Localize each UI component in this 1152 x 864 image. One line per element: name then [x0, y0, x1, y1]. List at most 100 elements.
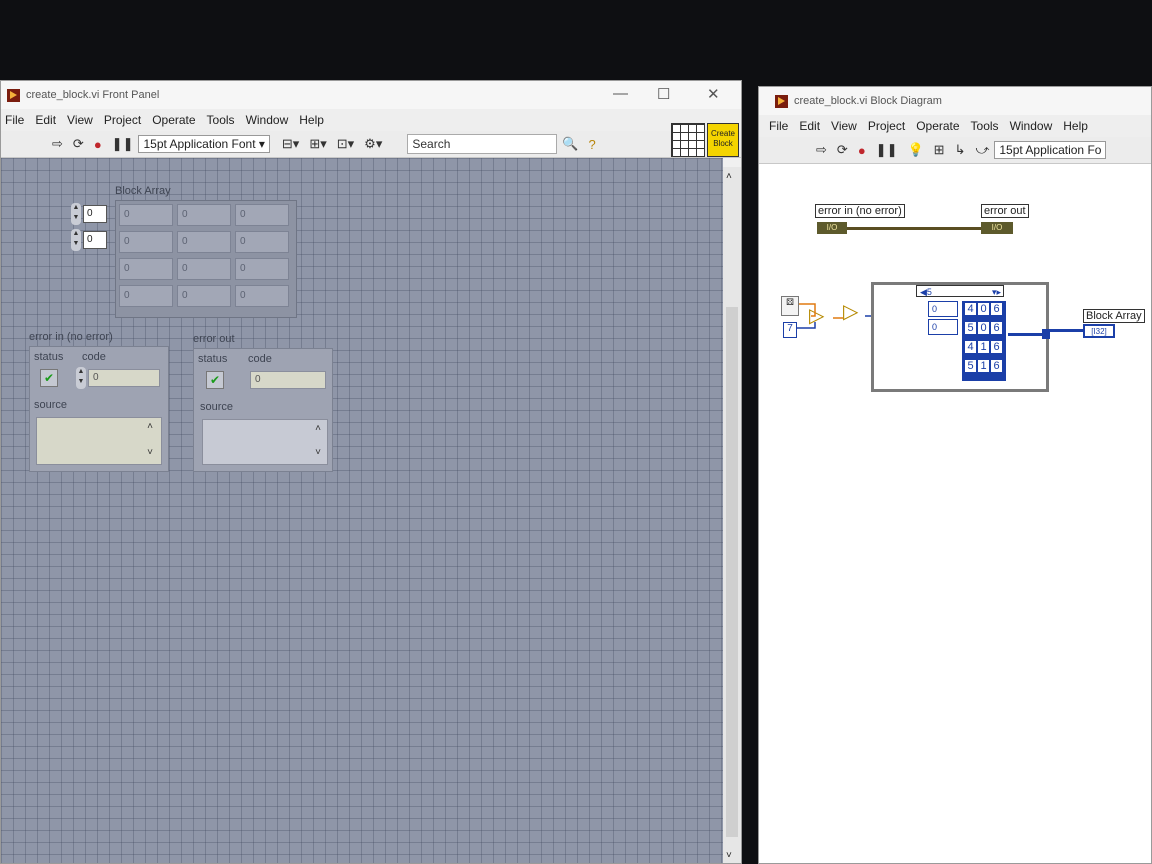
close-button[interactable]: ✕: [707, 85, 720, 103]
resize-objects-icon[interactable]: ⊡▾: [337, 136, 354, 152]
retain-wire-values-icon[interactable]: ⊞: [934, 142, 945, 158]
error-out-code-field: 0: [250, 371, 326, 389]
block-array-indicator: ▲ ▼ 0 ▲ ▼ 0 0 0 0 0 0 0 0 0 0 0 0 0: [67, 200, 299, 320]
error-in-code-spinner-icon[interactable]: ▲ ▼: [76, 367, 86, 389]
inner-index-1[interactable]: 0: [928, 319, 958, 335]
vi-icon[interactable]: Create Block: [707, 123, 739, 157]
error-in-source-scroll-up-icon[interactable]: ˄: [144, 421, 156, 432]
menu-operate[interactable]: Operate: [916, 119, 959, 133]
run-arrow-icon[interactable]: ⇨: [52, 136, 63, 152]
error-in-label: error in (no error): [29, 331, 113, 343]
scrollbar-thumb[interactable]: [726, 307, 738, 837]
menu-help[interactable]: Help: [299, 113, 324, 127]
inner-cell[interactable]: 4: [965, 341, 976, 353]
abort-icon[interactable]: ●: [94, 137, 102, 152]
search-input[interactable]: Search: [407, 134, 558, 154]
index-1-field[interactable]: 0: [83, 231, 107, 249]
array-output-wire: [1049, 329, 1083, 332]
menu-operate[interactable]: Operate: [152, 113, 195, 127]
run-arrow-icon[interactable]: ⇨: [816, 142, 827, 158]
inner-cell[interactable]: 1: [978, 341, 989, 353]
index-1-increment-icon[interactable]: ▲ ▼: [71, 229, 81, 251]
error-in-code-field[interactable]: 0: [88, 369, 160, 387]
front-panel-canvas[interactable]: Block Array ▲ ▼ 0 ▲ ▼ 0 0 0 0 0 0 0 0 0 0 …: [1, 158, 723, 863]
menu-project[interactable]: Project: [868, 119, 905, 133]
pause-icon[interactable]: ❚❚: [876, 142, 898, 158]
menu-edit[interactable]: Edit: [799, 119, 820, 133]
align-objects-icon[interactable]: ⊟▾: [282, 136, 299, 152]
error-out-terminal[interactable]: I/O: [981, 222, 1013, 234]
error-out-source-scroll-down-icon[interactable]: ˅: [312, 447, 324, 458]
step-into-icon[interactable]: ↳: [955, 142, 966, 158]
array-cell[interactable]: 0: [177, 285, 231, 307]
connector-pane-icon[interactable]: [671, 123, 705, 157]
array-cell[interactable]: 0: [235, 285, 289, 307]
inner-index-0[interactable]: 0: [928, 301, 958, 317]
error-in-source-scroll-down-icon[interactable]: ˅: [144, 447, 156, 458]
menu-help[interactable]: Help: [1063, 119, 1088, 133]
array-cell[interactable]: 0: [235, 204, 289, 226]
abort-icon[interactable]: ●: [858, 143, 866, 158]
array-cell[interactable]: 0: [235, 231, 289, 253]
menu-view[interactable]: View: [831, 119, 857, 133]
scroll-up-icon[interactable]: ˄: [726, 171, 732, 182]
error-in-status-check-icon[interactable]: ✔: [40, 369, 58, 387]
reorder-icon[interactable]: ⚙▾: [364, 136, 382, 152]
inner-cell[interactable]: 0: [978, 303, 989, 315]
front-panel-toolbar: ⇨ ⟳ ● ❚❚ 15pt Application Font ▾ ⊟▾ ⊞▾ ⊡…: [1, 131, 741, 158]
block-array-terminal[interactable]: [I32]: [1083, 324, 1115, 338]
array-cell[interactable]: 0: [177, 258, 231, 280]
menu-tools[interactable]: Tools: [971, 119, 999, 133]
error-in-terminal[interactable]: I/O: [817, 222, 847, 234]
highlight-execution-icon[interactable]: 💡: [907, 142, 923, 158]
array-cell[interactable]: 0: [119, 285, 173, 307]
inner-cell[interactable]: 5: [965, 360, 976, 372]
array-cell[interactable]: 0: [235, 258, 289, 280]
array-cell[interactable]: 0: [119, 204, 173, 226]
inner-cell[interactable]: 6: [991, 303, 1002, 315]
array-cell[interactable]: 0: [119, 258, 173, 280]
step-over-icon[interactable]: ⤻: [975, 142, 989, 158]
inner-cell[interactable]: 5: [965, 322, 976, 334]
maximize-button[interactable]: ☐: [657, 85, 670, 103]
inner-cell[interactable]: 6: [991, 341, 1002, 353]
error-out-source-scroll-up-icon[interactable]: ˄: [312, 423, 324, 434]
front-panel-vertical-scrollbar[interactable]: ˄ ˅: [723, 167, 741, 863]
scroll-down-icon[interactable]: ˅: [726, 850, 732, 861]
index-0-increment-icon[interactable]: ▲ ▼: [71, 203, 81, 225]
vi-icon-line2: Block: [713, 139, 733, 148]
for-loop[interactable]: ◀5 ▾▸ 0 0 4 0 6 5 0 6 4 1 6 5 1 6: [871, 282, 1050, 392]
block-diagram-window: create_block.vi Block Diagram File Edit …: [758, 86, 1152, 864]
menu-view[interactable]: View: [67, 113, 93, 127]
run-continuously-icon[interactable]: ⟳: [73, 136, 84, 152]
array-cell[interactable]: 0: [177, 204, 231, 226]
loop-count-value: 5: [926, 287, 932, 297]
distribute-objects-icon[interactable]: ⊞▾: [309, 136, 326, 152]
inner-cell[interactable]: 6: [991, 322, 1002, 334]
search-icon[interactable]: 🔍: [562, 136, 578, 152]
font-selector[interactable]: 15pt Application Font ▾: [138, 135, 270, 153]
inner-cell[interactable]: 0: [978, 322, 989, 334]
inner-cell[interactable]: 4: [965, 303, 976, 315]
menu-window[interactable]: Window: [1010, 119, 1053, 133]
inner-cell[interactable]: 6: [991, 360, 1002, 372]
array-cell[interactable]: 0: [177, 231, 231, 253]
menu-project[interactable]: Project: [104, 113, 141, 127]
menu-file[interactable]: File: [769, 119, 788, 133]
array-cell[interactable]: 0: [119, 231, 173, 253]
block-diagram-menubar: File Edit View Project Operate Tools Win…: [759, 115, 1151, 137]
inner-array-constant[interactable]: 0 0 4 0 6 5 0 6 4 1 6 5 1 6: [928, 301, 1008, 381]
inner-cell[interactable]: 1: [978, 360, 989, 372]
menu-file[interactable]: File: [5, 113, 24, 127]
block-diagram-canvas[interactable]: error in (no error) I/O error out I/O ⚄ …: [759, 164, 1151, 863]
index-0-field[interactable]: 0: [83, 205, 107, 223]
menu-edit[interactable]: Edit: [35, 113, 56, 127]
window-title: create_block.vi Front Panel: [26, 89, 160, 101]
menu-tools[interactable]: Tools: [207, 113, 235, 127]
pause-icon[interactable]: ❚❚: [112, 136, 134, 152]
run-continuously-icon[interactable]: ⟳: [837, 142, 848, 158]
menu-window[interactable]: Window: [246, 113, 289, 127]
font-selector[interactable]: 15pt Application Fo: [994, 141, 1107, 159]
minimize-button[interactable]: —: [613, 85, 628, 102]
help-icon[interactable]: ?: [589, 137, 596, 152]
